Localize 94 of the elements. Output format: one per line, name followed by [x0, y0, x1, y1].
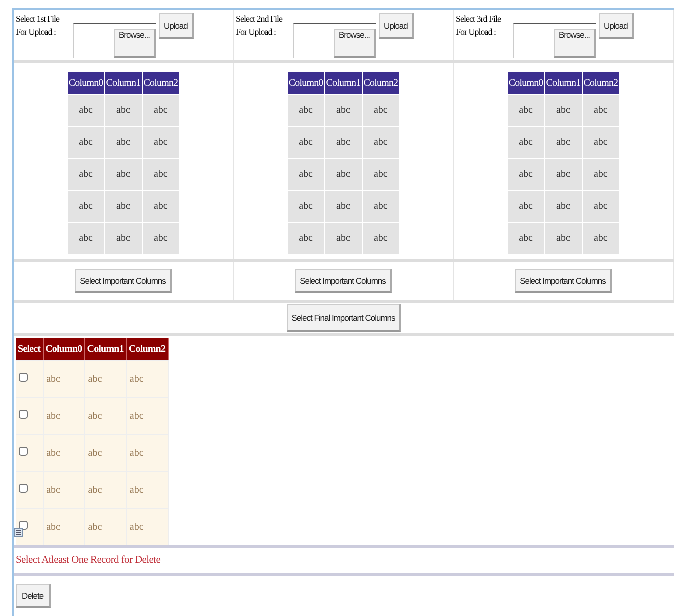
- column-header: Column1: [545, 72, 582, 94]
- table-cell: abc: [545, 191, 582, 222]
- table-cell: abc: [44, 360, 86, 397]
- file-input[interactable]: Browse...: [293, 23, 376, 58]
- table-cell: abc: [68, 223, 104, 254]
- table-cell: abc: [582, 127, 620, 158]
- column-header: Column0: [44, 338, 86, 360]
- table-cell: abc: [508, 127, 544, 158]
- table-cell: abc: [85, 360, 127, 397]
- row-checkbox[interactable]: [19, 447, 28, 456]
- table-cell: abc: [325, 127, 362, 158]
- table-cell: abc: [105, 191, 142, 222]
- table-cell: abc: [105, 95, 142, 126]
- upload-label: Select 2nd File For Upload :: [236, 13, 284, 39]
- table-cell: abc: [85, 508, 127, 545]
- table-cell: abc: [582, 95, 620, 126]
- select-columns-button[interactable]: Select Important Columns: [295, 269, 392, 293]
- table-cell: abc: [582, 223, 620, 254]
- table-cell: abc: [325, 159, 362, 190]
- table-cell: abc: [362, 223, 400, 254]
- table-cell: abc: [85, 397, 127, 434]
- upload-label: Select 3rd File For Upload :: [456, 13, 502, 39]
- upload-button[interactable]: Upload: [598, 13, 634, 39]
- table-cell: abc: [508, 159, 544, 190]
- table-cell: abc: [545, 159, 582, 190]
- table-cell: abc: [126, 471, 169, 508]
- select-columns-button[interactable]: Select Important Columns: [75, 269, 172, 293]
- table-cell: abc: [362, 191, 400, 222]
- table-cell: abc: [288, 127, 324, 158]
- column-header: Select: [16, 338, 44, 360]
- table-cell: abc: [44, 471, 86, 508]
- table-cell: abc: [508, 223, 544, 254]
- column-header: Column1: [105, 72, 142, 94]
- table-cell: abc: [105, 223, 142, 254]
- table-cell: abc: [508, 191, 544, 222]
- table-cell: abc: [288, 223, 324, 254]
- table-cell: abc: [325, 191, 362, 222]
- table-cell: abc: [68, 159, 104, 190]
- table-cell: abc: [142, 223, 180, 254]
- table-cell: abc: [545, 127, 582, 158]
- table-cell: abc: [126, 397, 169, 434]
- validation-message: Select Atleast One Record for Delete: [14, 548, 674, 576]
- table-cell: abc: [288, 191, 324, 222]
- table-cell: abc: [126, 360, 169, 397]
- table-cell: abc: [142, 191, 180, 222]
- file-input[interactable]: Browse...: [73, 23, 156, 58]
- table-cell: abc: [545, 95, 582, 126]
- row-checkbox[interactable]: [19, 521, 28, 530]
- table-cell: abc: [508, 95, 544, 126]
- row-checkbox[interactable]: [19, 373, 28, 382]
- upload-button[interactable]: Upload: [158, 13, 194, 39]
- table-cell: abc: [142, 95, 180, 126]
- table-cell: abc: [545, 223, 582, 254]
- column-header: Column2: [142, 72, 180, 94]
- table-cell: abc: [325, 223, 362, 254]
- column-header: Column0: [68, 72, 104, 94]
- column-header: Column1: [325, 72, 362, 94]
- table-cell: abc: [142, 159, 180, 190]
- table-cell: abc: [325, 95, 362, 126]
- column-header: Column0: [288, 72, 324, 94]
- table-cell: abc: [142, 127, 180, 158]
- column-header: Column1: [85, 338, 127, 360]
- table-cell: abc: [105, 159, 142, 190]
- row-checkbox[interactable]: [19, 484, 28, 493]
- row-checkbox[interactable]: [19, 410, 28, 419]
- column-header: Column2: [582, 72, 620, 94]
- upload-button[interactable]: Upload: [378, 13, 414, 39]
- table-cell: abc: [362, 95, 400, 126]
- table-cell: abc: [288, 95, 324, 126]
- file-input[interactable]: Browse...: [513, 23, 596, 58]
- column-header: Column0: [508, 72, 544, 94]
- table-cell: abc: [362, 127, 400, 158]
- table-cell: abc: [68, 127, 104, 158]
- table-cell: abc: [582, 191, 620, 222]
- table-cell: abc: [362, 159, 400, 190]
- table-cell: abc: [288, 159, 324, 190]
- table-cell: abc: [105, 127, 142, 158]
- table-cell: abc: [44, 508, 86, 545]
- select-columns-button[interactable]: Select Important Columns: [515, 269, 612, 293]
- final-columns-button[interactable]: Select Final Important Columns: [286, 304, 402, 332]
- table-cell: abc: [44, 434, 86, 471]
- table-cell: abc: [126, 434, 169, 471]
- column-header: Column2: [362, 72, 400, 94]
- table-cell: abc: [85, 471, 127, 508]
- table-cell: abc: [126, 508, 169, 545]
- table-cell: abc: [582, 159, 620, 190]
- delete-button[interactable]: Delete: [16, 584, 51, 608]
- grid-icon: [14, 528, 23, 537]
- upload-label: Select 1st File For Upload :: [16, 13, 61, 39]
- column-header: Column2: [126, 338, 169, 360]
- table-cell: abc: [85, 434, 127, 471]
- table-cell: abc: [68, 95, 104, 126]
- table-cell: abc: [68, 191, 104, 222]
- table-cell: abc: [44, 397, 86, 434]
